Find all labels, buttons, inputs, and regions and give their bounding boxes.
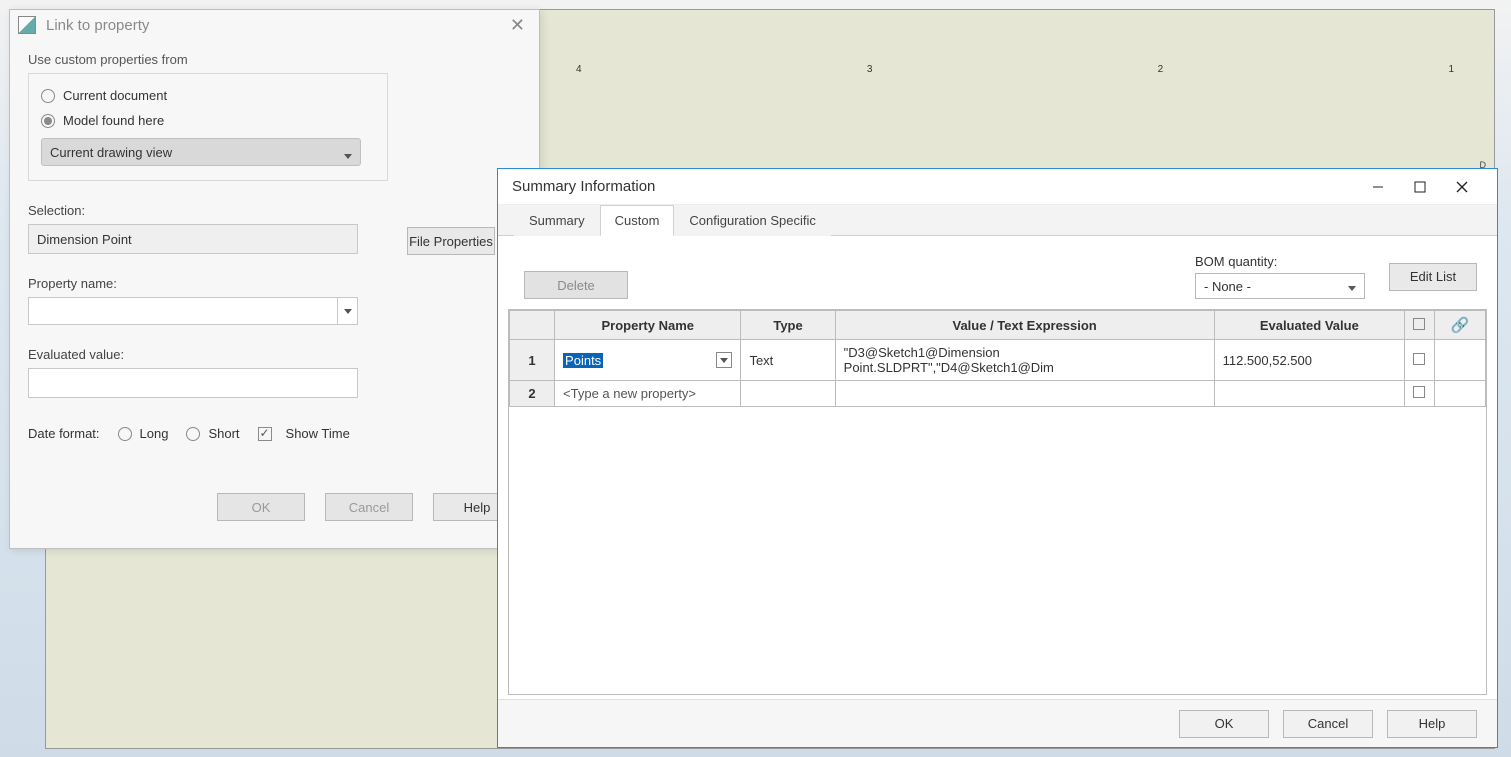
group-label: Use custom properties from — [28, 52, 521, 67]
property-name-combo[interactable] — [28, 297, 358, 325]
table-header-row: Property Name Type Value / Text Expressi… — [510, 311, 1486, 340]
property-name-label: Property name: — [28, 276, 521, 291]
cancel-button: Cancel — [325, 493, 413, 521]
dialog-title: Link to property — [46, 17, 504, 34]
cell-property-name[interactable]: Points — [555, 340, 741, 381]
dialog-titlebar[interactable]: Summary Information — [498, 169, 1497, 205]
selection-value: Dimension Point — [37, 232, 132, 247]
cell-evaluated — [1214, 381, 1404, 407]
dialog-footer: OK Cancel Help — [498, 699, 1497, 747]
file-properties-button[interactable]: File Properties — [407, 227, 495, 255]
properties-from-group: Current document Model found here Curren… — [28, 73, 388, 181]
cell-new-property[interactable]: <Type a new property> — [555, 381, 741, 407]
maximize-icon[interactable] — [1399, 173, 1441, 201]
cell-checkbox[interactable] — [1405, 340, 1435, 381]
cell-link[interactable] — [1434, 340, 1485, 381]
drawing-ruler: 4 3 2 1 — [546, 64, 1484, 76]
app-icon — [18, 16, 36, 34]
radio-icon — [118, 427, 132, 441]
checkbox-icon — [1413, 386, 1425, 398]
ruler-tick: 4 — [576, 64, 582, 76]
radio-label: Current document — [63, 88, 167, 103]
ruler-tick: 3 — [867, 64, 873, 76]
radio-current-document[interactable]: Current document — [41, 88, 375, 103]
selection-label: Selection: — [28, 203, 521, 218]
header-type[interactable]: Type — [741, 311, 835, 340]
ruler-tick: 2 — [1158, 64, 1164, 76]
chevron-down-icon — [344, 147, 352, 162]
radio-icon — [186, 427, 200, 441]
header-link[interactable]: 🔗 — [1434, 311, 1485, 340]
radio-label: Model found here — [63, 113, 164, 128]
header-property-name[interactable]: Property Name — [555, 311, 741, 340]
checkbox-icon — [1413, 353, 1425, 365]
ruler-tick: 1 — [1448, 64, 1454, 76]
cancel-button[interactable]: Cancel — [1283, 710, 1373, 738]
summary-information-dialog: Summary Information Summary Custom Confi… — [497, 168, 1498, 748]
tab-bar: Summary Custom Configuration Specific — [498, 205, 1497, 236]
bom-quantity-combo[interactable]: - None - — [1195, 273, 1365, 299]
radio-icon — [41, 114, 55, 128]
dialog-titlebar[interactable]: Link to property ✕ — [10, 10, 539, 40]
chevron-down-icon — [337, 298, 357, 324]
checkbox-icon — [1413, 318, 1425, 330]
tab-configuration-specific[interactable]: Configuration Specific — [674, 205, 830, 236]
chevron-down-icon[interactable] — [716, 352, 732, 368]
radio-icon — [41, 89, 55, 103]
ok-button: OK — [217, 493, 305, 521]
cell-type[interactable]: Text — [741, 340, 835, 381]
evaluated-value-label: Evaluated value: — [28, 347, 521, 362]
combo-value: Current drawing view — [50, 145, 172, 160]
cell-evaluated: 112.500,52.500 — [1214, 340, 1404, 381]
cell-checkbox[interactable] — [1405, 381, 1435, 407]
radio-label: Short — [208, 426, 239, 441]
ok-button[interactable]: OK — [1179, 710, 1269, 738]
help-button[interactable]: Help — [1387, 710, 1477, 738]
selection-field[interactable]: Dimension Point — [28, 224, 358, 254]
link-to-property-dialog: Link to property ✕ Use custom properties… — [9, 9, 540, 549]
header-evaluated[interactable]: Evaluated Value — [1214, 311, 1404, 340]
table-row[interactable]: 2 <Type a new property> — [510, 381, 1486, 407]
cell-type[interactable] — [741, 381, 835, 407]
link-icon: 🔗 — [1451, 317, 1470, 334]
dialog-title: Summary Information — [512, 178, 1357, 195]
close-icon[interactable] — [1441, 173, 1483, 201]
table-row[interactable]: 1 Points Text "D3@Sketch1@Dimension Poin… — [510, 340, 1486, 381]
cell-value: Points — [563, 353, 603, 368]
minimize-icon[interactable] — [1357, 173, 1399, 201]
row-number: 2 — [510, 381, 555, 407]
cell-expression[interactable]: "D3@Sketch1@Dimension Point.SLDPRT","D4@… — [835, 340, 1214, 381]
properties-grid[interactable]: Property Name Type Value / Text Expressi… — [508, 309, 1487, 695]
edit-list-button[interactable]: Edit List — [1389, 263, 1477, 291]
row-number: 1 — [510, 340, 555, 381]
header-row-number — [510, 311, 555, 340]
cell-expression[interactable] — [835, 381, 1214, 407]
close-icon[interactable]: ✕ — [504, 15, 531, 36]
bom-quantity-label: BOM quantity: — [1195, 254, 1365, 269]
date-format-label: Date format: — [28, 426, 100, 441]
cell-link[interactable] — [1434, 381, 1485, 407]
evaluated-value-field — [28, 368, 358, 398]
bom-quantity-value: - None - — [1204, 279, 1251, 294]
header-checkbox[interactable] — [1405, 311, 1435, 340]
model-source-combo[interactable]: Current drawing view — [41, 138, 361, 166]
chevron-down-icon — [1348, 279, 1356, 294]
checkbox-label: Show Time — [286, 426, 350, 441]
header-value[interactable]: Value / Text Expression — [835, 311, 1214, 340]
tab-summary[interactable]: Summary — [514, 205, 600, 236]
radio-model-found-here[interactable]: Model found here — [41, 113, 375, 128]
radio-short[interactable]: Short — [186, 426, 239, 441]
radio-long[interactable]: Long — [118, 426, 169, 441]
checkbox-icon — [258, 427, 272, 441]
checkbox-show-time[interactable]: Show Time — [258, 426, 350, 441]
delete-button[interactable]: Delete — [524, 271, 628, 299]
tab-custom[interactable]: Custom — [600, 205, 675, 236]
radio-label: Long — [140, 426, 169, 441]
